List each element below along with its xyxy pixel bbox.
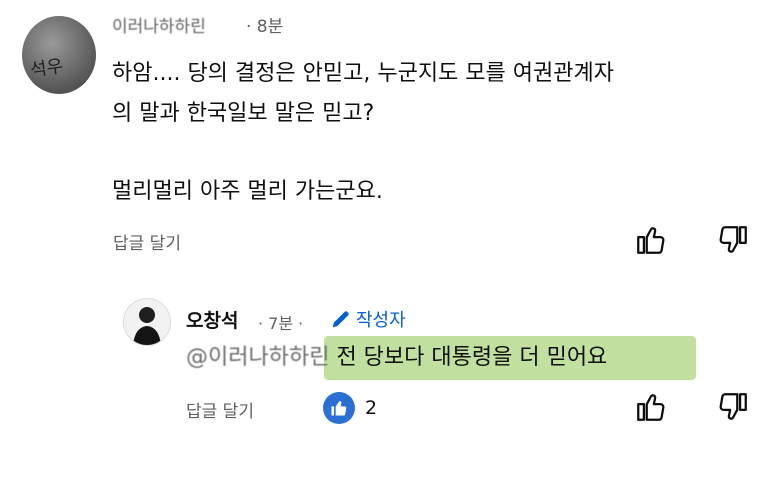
comment-author-name[interactable]: 이러나하하린: [112, 17, 206, 37]
comment-timestamp: · 8분: [246, 17, 284, 37]
commenter-avatar[interactable]: 석우: [22, 16, 96, 94]
reply-text: @이러나하하린 전 당보다 대통령을 더 믿어요: [186, 340, 607, 376]
reply-dislike-button[interactable]: [716, 390, 750, 424]
reply-mention[interactable]: @이러나하하린: [186, 345, 329, 370]
thumbs-up-filled-icon: [331, 401, 347, 416]
comment-text-line-1: 하암.... 당의 결정은 안믿고, 누군지도 모를 여권관계자: [112, 61, 614, 86]
reply-button[interactable]: 답글 달기: [113, 229, 181, 254]
dislike-button[interactable]: [716, 223, 750, 257]
reply-avatar[interactable]: [123, 298, 171, 346]
thumbs-up-icon: [637, 394, 665, 421]
reply-like-button[interactable]: [634, 390, 668, 424]
reply-timestamp: · 7분 ·: [258, 314, 304, 333]
like-count: 2: [365, 397, 378, 419]
like-badge: [323, 392, 355, 424]
thumbs-down-icon: [719, 226, 747, 253]
pencil-icon: [332, 311, 349, 328]
person-avatar-image: [133, 307, 161, 345]
thumbs-down-icon: [719, 393, 747, 420]
avatar-stamp-image: 석우: [28, 55, 65, 82]
reply-author-name[interactable]: 오창석: [186, 306, 238, 333]
comment-text-line-3: 멀리멀리 아주 멀리 가는군요.: [112, 179, 383, 204]
reply-like-summary: 2: [323, 392, 377, 424]
creator-label: 작성자: [356, 310, 406, 331]
thumbs-up-icon: [637, 227, 665, 254]
comment-header: 이러나하하린: [112, 12, 206, 37]
reply-body: 전 당보다 대통령을 더 믿어요: [329, 345, 608, 370]
like-button[interactable]: [634, 223, 668, 257]
reply-reply-button[interactable]: 답글 달기: [186, 397, 254, 422]
creator-badge: 작성자: [330, 306, 406, 332]
comment-text-line-2: 의 말과 한국일보 말은 믿고?: [112, 101, 375, 126]
